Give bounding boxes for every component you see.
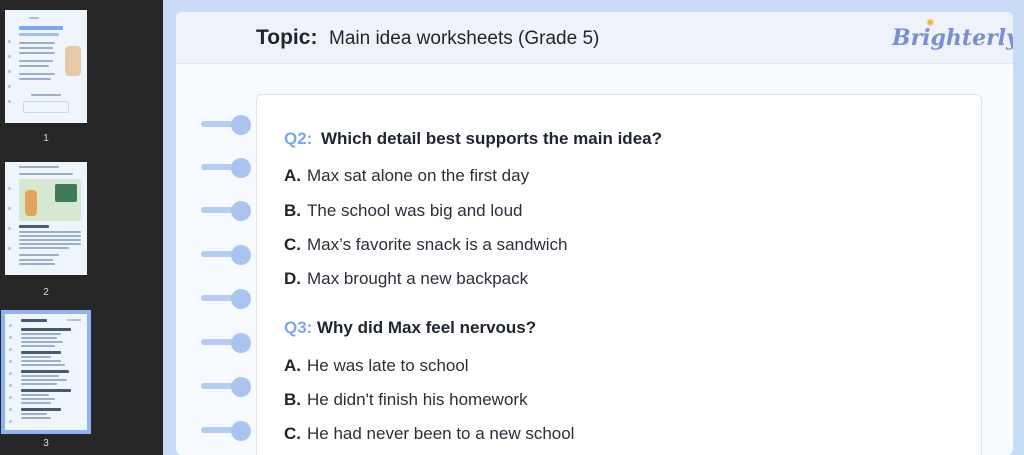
question-number: Q2:	[284, 129, 313, 148]
question-text: Why did Max feel nervous?	[317, 318, 537, 337]
spiral-ring-icon	[201, 377, 253, 397]
option-text: He had never been to a new school	[307, 424, 575, 443]
thumbnail-page-number: 2	[43, 287, 49, 298]
option-text: Max sat alone on the first day	[307, 166, 530, 185]
question-text: Which detail best supports the main idea…	[321, 129, 662, 148]
thumbnail-image[interactable]	[1, 310, 91, 434]
option-letter: D.	[284, 269, 301, 288]
topic-title: Main idea worksheets (Grade 5)	[329, 28, 600, 49]
option-letter: A.	[284, 356, 301, 375]
spiral-ring-icon	[201, 245, 253, 265]
option-letter: B.	[284, 390, 301, 409]
spiral-ring-icon	[201, 115, 253, 135]
spiral-ring-icon	[201, 289, 253, 309]
spiral-ring-icon	[201, 158, 253, 178]
thumbnail-image[interactable]	[5, 162, 87, 275]
spiral-ring-icon	[201, 333, 253, 353]
thumbnail-page-number: 1	[43, 133, 49, 144]
page-thumbnail-sidebar: 1 2 3	[0, 0, 163, 455]
spiral-ring-icon	[201, 421, 253, 441]
thumbnail-image[interactable]	[5, 10, 87, 123]
thumbnail-page-number: 3	[43, 438, 49, 449]
question-number: Q3:	[284, 318, 313, 337]
option-letter: B.	[284, 201, 301, 220]
question-card: Q2: Which detail best supports the main …	[256, 94, 982, 455]
option-text: Max’s favorite snack is a sandwich	[307, 235, 568, 254]
option-text: The school was big and loud	[307, 201, 523, 220]
worksheet-header: Topic: Main idea worksheets (Grade 5) ✺ …	[176, 12, 1013, 64]
option-text: He was late to school	[307, 356, 469, 375]
spiral-ring-icon	[201, 201, 253, 221]
option-letter: C.	[284, 424, 301, 443]
worksheet-page: Topic: Main idea worksheets (Grade 5) ✺ …	[176, 12, 1013, 455]
brand-logo: Brighterly	[892, 25, 1013, 51]
option-text: Max brought a new backpack	[307, 269, 529, 288]
option-text: He didn't finish his homework	[307, 390, 528, 409]
topic-label: Topic:	[256, 26, 318, 49]
option-letter: C.	[284, 235, 301, 254]
option-letter: A.	[284, 166, 301, 185]
